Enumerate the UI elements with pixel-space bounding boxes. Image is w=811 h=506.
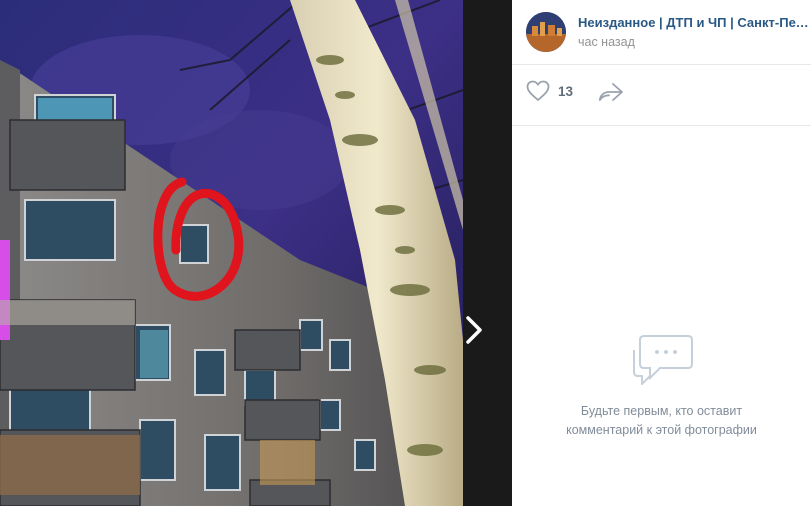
post-header: Неизданное | ДТП и ЧП | Санкт-Петербург … — [526, 12, 811, 54]
share-button[interactable] — [598, 82, 624, 107]
photo-viewer — [0, 0, 512, 506]
divider — [512, 125, 811, 126]
avatar[interactable] — [526, 12, 566, 52]
photo-scene — [0, 0, 463, 506]
comments-empty-line-2: комментарий к этой фотографии — [566, 423, 757, 437]
heart-icon — [526, 80, 550, 101]
comments-empty-line-1: Будьте первым, кто оставит — [580, 404, 743, 418]
viewer-side-strip — [463, 0, 512, 506]
divider — [512, 64, 811, 65]
comments-empty-state: Будьте первым, кто оставит комментарий к… — [512, 326, 811, 440]
next-photo-button[interactable] — [460, 310, 488, 350]
comment-bubble-icon — [632, 335, 693, 385]
post-author-link[interactable]: Неизданное | ДТП и ЧП | Санкт-Петербург — [578, 15, 811, 30]
comments-empty-text: Будьте первым, кто оставит комментарий к… — [512, 402, 811, 440]
avatar-image — [526, 12, 566, 52]
post-time[interactable]: час назад — [578, 35, 635, 49]
chevron-right-icon — [466, 316, 482, 344]
share-icon — [598, 83, 623, 101]
like-button[interactable]: 13 — [526, 80, 573, 102]
post-panel: Неизданное | ДТП и ЧП | Санкт-Петербург … — [512, 0, 811, 506]
photo-image[interactable] — [0, 0, 463, 506]
like-count: 13 — [558, 83, 574, 99]
